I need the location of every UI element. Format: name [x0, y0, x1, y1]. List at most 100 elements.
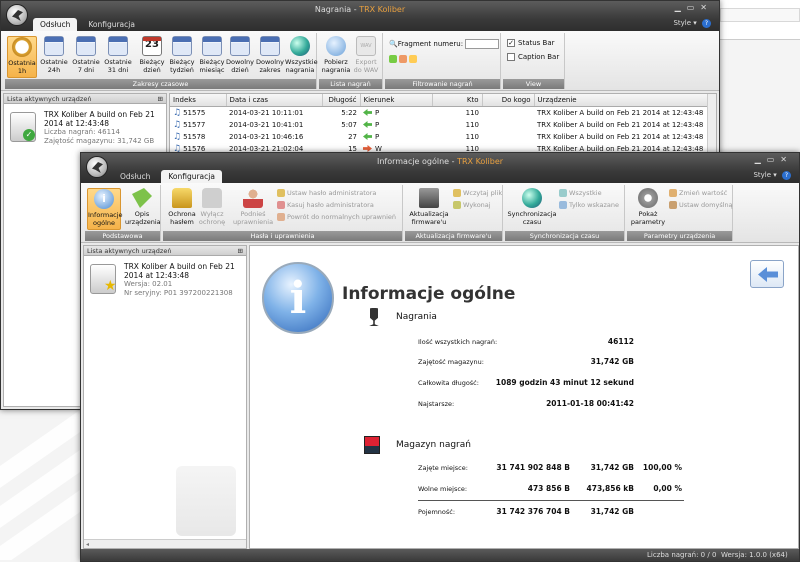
minimize-icon[interactable]: ▁	[675, 3, 687, 12]
current-week-button[interactable]: Bieżący tydzień	[167, 36, 197, 78]
help-icon[interactable]: ?	[702, 19, 711, 28]
tab-configuration[interactable]: Konfiguracja	[81, 18, 142, 31]
group-passwords: Ochrona hasłem Wyłącz ochronę Podnieś upraw…	[163, 185, 403, 241]
style-menu[interactable]: Style ▾ ?	[673, 19, 711, 28]
maximize-icon[interactable]: ▭	[687, 3, 701, 12]
table-row[interactable]: ♫ 51575 2014-03-21 10:11:01 5:22 P 110 TRX Kol…	[170, 106, 716, 119]
back-to-normal-button[interactable]: Powrót do normalnych uprawnień	[277, 213, 396, 221]
column-header-direction[interactable]: Kierunek	[360, 94, 433, 107]
group-label: Hasła i uprawnienia	[163, 231, 402, 241]
window-title: Nagrania	[314, 5, 352, 14]
last-7-days-button[interactable]: Ostatnie 7 dni	[71, 36, 101, 78]
device-name: TRX Koliber A build on Feb 21 2014 at 12…	[44, 110, 155, 128]
window-controls[interactable]: ▁▭✕	[675, 3, 713, 12]
group-label: Synchronizacja czasu	[505, 231, 624, 241]
pin-icon[interactable]: ⊞	[158, 94, 163, 104]
close-icon[interactable]: ✕	[780, 155, 793, 164]
fragment-input[interactable]	[465, 39, 500, 49]
current-month-button[interactable]: Bieżący miesiąc	[197, 36, 227, 78]
window-title-app: TRX Koliber	[457, 157, 504, 166]
device-version: Wersja: 02.01	[124, 280, 173, 288]
storage-label: Wolne miejsce:	[418, 485, 468, 493]
incoming-arrow-icon	[363, 109, 372, 116]
group-label: Zakresy czasowe	[5, 79, 316, 89]
clear-admin-password-button[interactable]: Kasuj hasło administratora	[277, 201, 374, 209]
any-range-button[interactable]: Dowolny zakres	[255, 36, 285, 78]
stat-label: Zajętość magazynu:	[418, 358, 484, 366]
ribbon: Ostatnia 1h Ostatnie 24h Ostatnie 7 dni Ost…	[1, 31, 719, 91]
set-default-button[interactable]: Ustaw domyślną	[669, 201, 733, 209]
fetch-recordings-button[interactable]: Pobierz nagrania	[321, 36, 351, 78]
storage-gb: 31,742 GB	[590, 507, 634, 516]
execute-button[interactable]: Wykonaj	[453, 201, 491, 209]
stat-value: 2011-01-18 00:41:42	[546, 399, 634, 408]
raise-permissions-button[interactable]: Podnieś uprawnienia	[233, 188, 273, 230]
caption-bar-checkbox[interactable]: Caption Bar	[507, 53, 559, 61]
window-controls[interactable]: ▁▭✕	[755, 155, 793, 164]
all-recordings-button[interactable]: Wszystkie nagrania	[285, 36, 318, 78]
close-icon[interactable]: ✕	[700, 3, 713, 12]
style-label: Style	[673, 19, 692, 27]
firmware-update-button[interactable]: Aktualizacja firmware'u	[407, 188, 451, 230]
general-info-window: Informacje ogólne - TRX Koliber ▁▭✕ Odsł…	[80, 152, 800, 562]
horizontal-scrollbar[interactable]: ◂	[84, 539, 246, 548]
column-header-who[interactable]: Kto	[432, 94, 483, 107]
desktop-stripes	[0, 400, 90, 560]
help-icon[interactable]: ?	[782, 171, 791, 180]
style-menu[interactable]: Style ▾ ?	[753, 171, 791, 180]
fragment-label: Fragment numeru:	[397, 40, 464, 48]
desktop-right-window	[720, 0, 800, 40]
stat-value: 46112	[607, 337, 634, 346]
tag-icon	[132, 188, 152, 208]
music-note-icon: ♫	[173, 119, 182, 130]
column-header-index[interactable]: Indeks	[170, 94, 227, 107]
time-sync-button[interactable]: Synchronizacja czasu	[507, 188, 557, 230]
column-header-length[interactable]: Długość	[322, 94, 361, 107]
device-count: Liczba nagrań: 46114	[44, 128, 120, 136]
back-button[interactable]	[750, 260, 784, 288]
disable-protection-button[interactable]: Wyłącz ochronę	[197, 188, 227, 230]
set-admin-password-button[interactable]: Ustaw hasło administratora	[277, 189, 376, 197]
column-header-to[interactable]: Do kogo	[482, 94, 535, 107]
general-info-button[interactable]: i Informacje ogólne	[87, 188, 123, 230]
tab-configuration[interactable]: Konfiguracja	[161, 170, 222, 183]
window-title: Informacje ogólne	[376, 157, 450, 166]
direction-filter-icons[interactable]	[389, 55, 419, 63]
title-bar: Nagrania - TRX Koliber ▁▭✕ Odsłuch Konfi…	[1, 1, 719, 31]
sync-selected-button[interactable]: Tylko wskazane	[559, 201, 619, 209]
password-protection-button[interactable]: Ochrona hasłem	[167, 188, 197, 230]
tab-listen[interactable]: Odsłuch	[113, 170, 157, 183]
calendar-icon	[76, 36, 96, 56]
usb-watermark-icon	[176, 466, 236, 536]
search-icon: 🔍	[389, 40, 398, 48]
load-file-button[interactable]: Wczytaj plik	[453, 189, 502, 197]
export-wav-button[interactable]: WAV Export do WAV	[351, 36, 381, 78]
tab-listen[interactable]: Odsłuch	[33, 18, 78, 31]
last-31-days-button[interactable]: Ostatnie 31 dni	[103, 36, 133, 78]
group-label: Podstawowa	[85, 231, 160, 241]
sync-all-button[interactable]: Wszystkie	[559, 189, 602, 197]
outgoing-arrow-icon	[363, 145, 372, 152]
group-device-params: Pokaż parametry Zmień wartość Ustaw domyś…	[627, 185, 733, 241]
any-day-button[interactable]: Dowolny dzień	[225, 36, 255, 78]
change-value-button[interactable]: Zmień wartość	[669, 189, 727, 197]
current-day-button[interactable]: 23 Bieżący dzień	[137, 36, 167, 78]
calendar-day-icon: 23	[142, 36, 162, 56]
column-header-datetime[interactable]: Data i czas	[226, 94, 323, 107]
maximize-icon[interactable]: ▭	[767, 155, 781, 164]
calendar-icon	[202, 36, 222, 56]
device-storage: Zajętość magazynu: 31,742 GB	[44, 137, 155, 145]
status-bar-checkbox[interactable]: ✓ Status Bar	[507, 39, 555, 47]
storage-label: Pojemność:	[418, 508, 456, 516]
show-parameters-button[interactable]: Pokaż parametry	[629, 188, 667, 230]
table-row[interactable]: ♫ 51577 2014-03-21 10:41:01 5:07 P 110 TRX Kol…	[170, 119, 716, 131]
pin-icon[interactable]: ⊞	[238, 246, 243, 256]
minimize-icon[interactable]: ▁	[755, 155, 767, 164]
table-row[interactable]: ♫ 51578 2014-03-21 10:46:16 27 P 110 TRX Kolib…	[170, 131, 716, 143]
device-description-button[interactable]: Opis urządzenia	[125, 188, 161, 230]
column-header-device[interactable]: Urządzenie	[534, 94, 716, 107]
user-icon	[243, 188, 263, 208]
last-24h-button[interactable]: Ostatnie 24h	[39, 36, 69, 78]
last-1h-button[interactable]: Ostatnia 1h	[7, 36, 37, 78]
calendar-range-icon	[260, 36, 280, 56]
